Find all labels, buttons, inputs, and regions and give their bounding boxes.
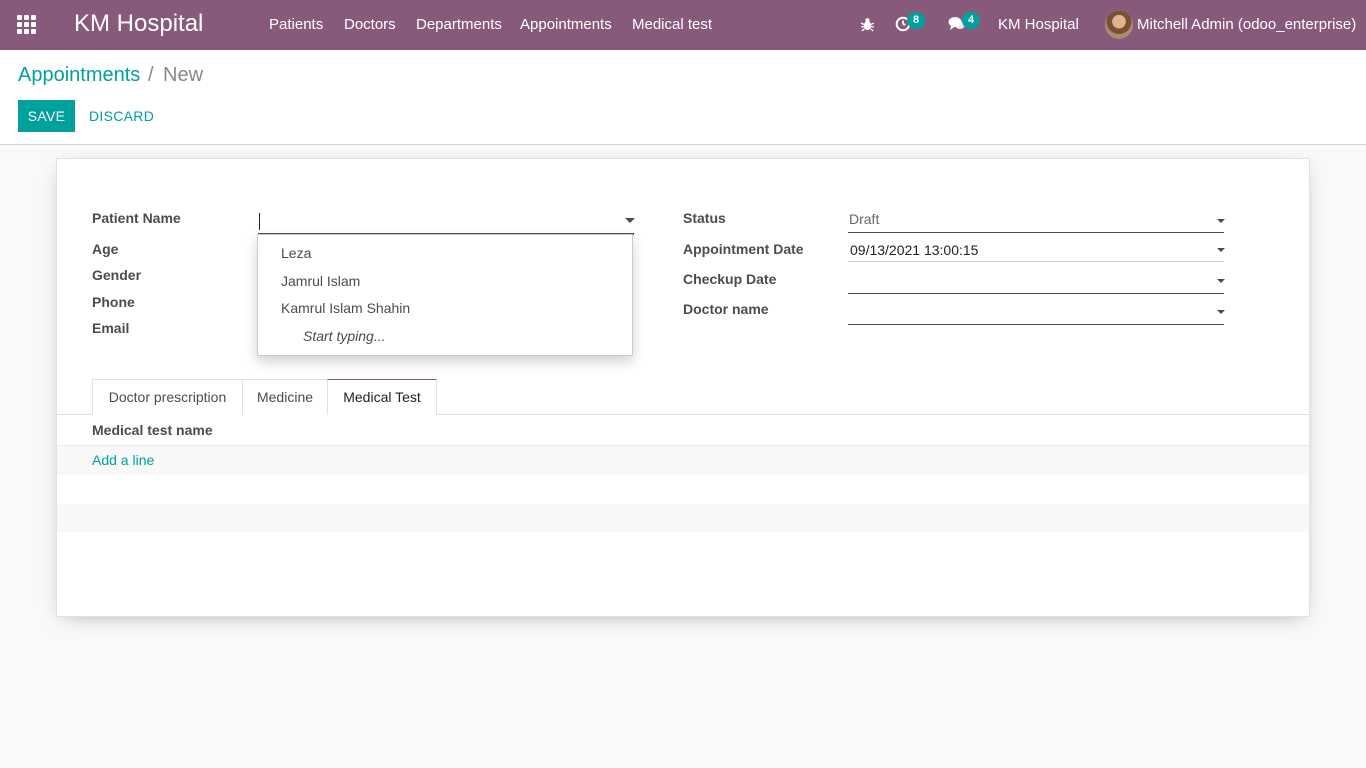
company-switcher[interactable]: KM Hospital [998, 16, 1079, 33]
activity-count-badge: 8 [907, 12, 925, 29]
label-checkup-date: Checkup Date [683, 271, 777, 287]
label-gender: Gender [92, 267, 142, 283]
status-dropdown-icon[interactable] [1217, 219, 1225, 223]
status-select[interactable]: Draft [849, 211, 879, 227]
patient-name-input[interactable] [259, 211, 629, 231]
text-cursor [259, 213, 260, 230]
menu-doctors[interactable]: Doctors [344, 16, 396, 33]
status-underline [848, 232, 1224, 233]
list-row [57, 475, 1309, 504]
form-sheet: Patient Name Age Gender Phone Email Stat… [56, 158, 1310, 617]
user-avatar[interactable] [1105, 11, 1133, 39]
list-row: Add a line [57, 446, 1309, 475]
doctor-name-underline [848, 324, 1224, 325]
tab-medicine[interactable]: Medicine [242, 379, 328, 415]
list-row [57, 504, 1309, 532]
checkup-date-dropdown-icon[interactable] [1217, 279, 1225, 283]
label-age: Age [92, 241, 119, 257]
app-brand[interactable]: KM Hospital [74, 10, 203, 38]
messages-count-badge: 4 [962, 12, 980, 29]
column-medical-test-name[interactable]: Medical test name [92, 422, 213, 438]
tab-doctor-prescription[interactable]: Doctor prescription [92, 379, 243, 415]
doctor-name-dropdown-icon[interactable] [1217, 310, 1225, 314]
save-button[interactable]: SAVE [18, 100, 75, 132]
patient-autocomplete-dropdown: Leza Jamrul Islam Kamrul Islam Shahin St… [257, 234, 633, 356]
top-navbar: KM Hospital Patients Doctors Departments… [0, 0, 1366, 50]
control-panel: Appointments / New SAVE DISCARD [0, 50, 1366, 145]
dropdown-option[interactable]: Kamrul Islam Shahin [281, 300, 410, 316]
add-line-link[interactable]: Add a line [92, 452, 154, 468]
menu-medical-test[interactable]: Medical test [632, 16, 712, 33]
label-appointment-date: Appointment Date [683, 241, 804, 257]
appointment-date-underline [848, 261, 1224, 262]
label-patient-name: Patient Name [92, 210, 181, 226]
apps-grid-icon[interactable] [17, 15, 37, 35]
dropdown-option[interactable]: Leza [281, 245, 311, 261]
appointment-date-dropdown-icon[interactable] [1217, 248, 1225, 252]
dropdown-option[interactable]: Jamrul Islam [281, 273, 360, 289]
dropdown-start-typing-hint[interactable]: Start typing... [303, 328, 385, 344]
checkup-date-underline [848, 293, 1224, 294]
label-email: Email [92, 320, 130, 336]
patient-name-dropdown-icon[interactable] [625, 218, 635, 223]
appointment-date-input[interactable]: 09/13/2021 13:00:15 [850, 242, 978, 258]
breadcrumb-current: New [163, 64, 204, 86]
checkup-date-input[interactable] [850, 272, 1150, 290]
bug-icon[interactable] [860, 16, 875, 36]
breadcrumb-appointments[interactable]: Appointments [18, 64, 140, 87]
label-phone: Phone [92, 294, 135, 310]
label-doctor-name: Doctor name [683, 301, 769, 317]
menu-patients[interactable]: Patients [269, 16, 323, 33]
label-status: Status [683, 210, 726, 226]
discard-button[interactable]: DISCARD [89, 108, 154, 124]
menu-departments[interactable]: Departments [416, 16, 502, 33]
user-menu[interactable]: Mitchell Admin (odoo_enterprise) [1137, 16, 1356, 33]
list-header: Medical test name [57, 415, 1309, 446]
breadcrumb-separator: / [148, 64, 154, 86]
doctor-name-input[interactable] [850, 302, 1150, 320]
tab-medical-test[interactable]: Medical Test [327, 379, 437, 415]
menu-appointments[interactable]: Appointments [520, 16, 612, 33]
